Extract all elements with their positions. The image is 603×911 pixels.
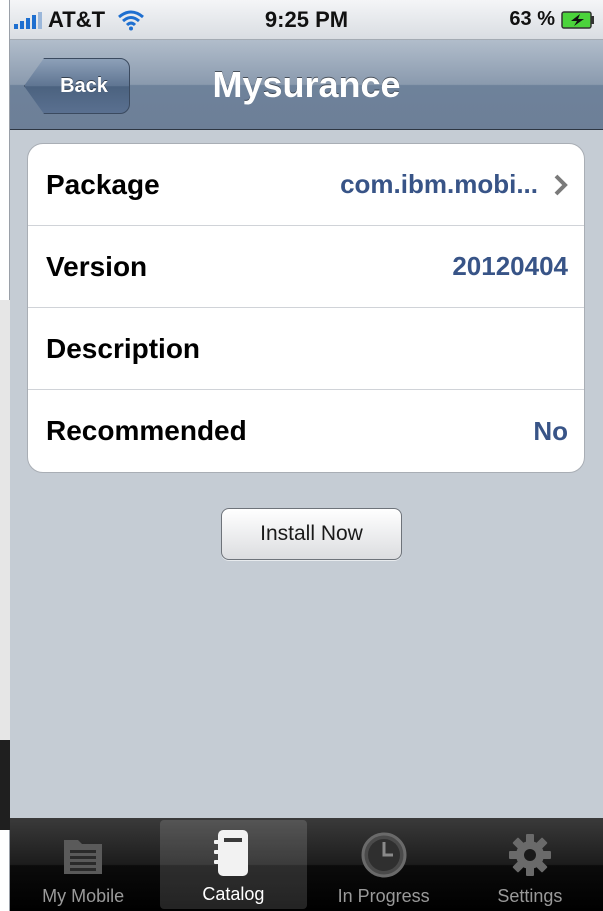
install-now-button[interactable]: Install Now: [221, 508, 402, 560]
version-row: Version 20120404: [28, 226, 584, 308]
main-content: Package com.ibm.mobi... Version 20120404…: [10, 131, 603, 817]
clock-icon: [361, 832, 407, 878]
status-bar: AT&T 9:25 PM 63 %: [10, 0, 603, 40]
background-window-edge: [0, 0, 10, 911]
battery-charging-icon: [561, 10, 594, 29]
tab-bar: My Mobile Catalog In Progress Settings: [10, 818, 603, 911]
tab-settings[interactable]: Settings: [457, 818, 603, 911]
tab-in-progress[interactable]: In Progress: [311, 818, 457, 911]
battery-percent: 63 %: [509, 8, 555, 30]
notebook-icon: [214, 830, 249, 876]
tab-label: In Progress: [337, 886, 430, 906]
signal-strength-icon: [14, 11, 42, 29]
version-label: Version: [46, 250, 148, 282]
app-screen: AT&T 9:25 PM 63 % Back Mysurance Package: [0, 0, 603, 911]
package-label: Package: [46, 168, 160, 200]
package-row[interactable]: Package com.ibm.mobi...: [28, 144, 584, 226]
tab-label: My Mobile: [42, 886, 125, 906]
chevron-right-icon: [554, 174, 568, 195]
description-label: Description: [46, 332, 201, 364]
version-value: 20120404: [452, 251, 568, 281]
gear-icon: [508, 834, 551, 876]
tab-catalog[interactable]: Catalog: [160, 820, 307, 909]
recommended-value: No: [533, 415, 568, 446]
app-details-table: Package com.ibm.mobi... Version 20120404…: [27, 143, 585, 473]
tab-label: Settings: [497, 886, 563, 906]
recommended-label: Recommended: [46, 415, 247, 446]
folder-list-icon: [64, 840, 103, 874]
tab-label: Catalog: [202, 884, 265, 904]
page-title: Mysurance: [212, 64, 401, 105]
carrier-label: AT&T: [48, 6, 106, 32]
battery-indicator: 63 %: [509, 8, 595, 31]
recommended-row: Recommended No: [28, 390, 584, 472]
wifi-icon: [118, 10, 144, 30]
tab-my-mobile[interactable]: My Mobile: [10, 818, 156, 911]
description-row: Description: [28, 308, 584, 390]
navigation-bar: Back Mysurance: [10, 40, 603, 130]
package-value: com.ibm.mobi...: [340, 169, 538, 199]
